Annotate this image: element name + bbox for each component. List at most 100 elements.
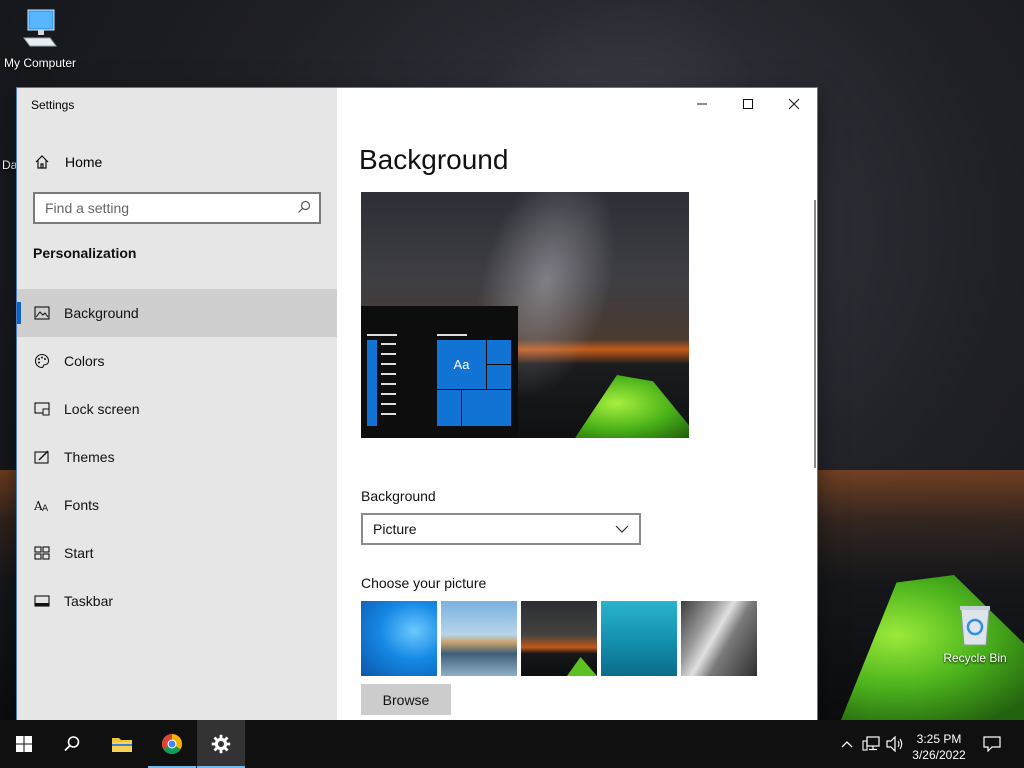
sidebar-item-lock-screen[interactable]: Lock screen xyxy=(17,385,337,433)
minimize-button[interactable] xyxy=(679,88,725,120)
svg-text:A: A xyxy=(42,504,49,512)
preview-tile xyxy=(437,389,461,426)
preview-line xyxy=(381,393,396,395)
action-center-button[interactable] xyxy=(978,720,1006,768)
background-type-dropdown[interactable]: Picture xyxy=(361,513,641,545)
picture-thumbnail[interactable] xyxy=(521,601,597,676)
sidebar-item-label: Start xyxy=(64,545,94,561)
sidebar-item-label: Home xyxy=(65,154,103,170)
network-icon xyxy=(862,736,880,751)
sidebar-item-label: Lock screen xyxy=(64,401,140,417)
choose-picture-label: Choose your picture xyxy=(361,575,487,591)
sidebar-item-background[interactable]: Background xyxy=(17,289,337,337)
preview-tile-main: Aa xyxy=(437,340,486,389)
section-title: Personalization xyxy=(33,245,137,261)
picture-thumbnail[interactable] xyxy=(441,601,517,676)
maximize-icon xyxy=(743,99,753,109)
close-icon xyxy=(788,98,800,110)
picture-thumbnails xyxy=(361,601,757,676)
desktop-icon-partial-label: Da xyxy=(2,158,18,172)
settings-window: Settings Home Find a setting Personaliza… xyxy=(17,88,817,720)
preview-line xyxy=(381,363,396,365)
taskbar-settings[interactable] xyxy=(197,720,245,768)
sidebar-item-colors[interactable]: Colors xyxy=(17,337,337,385)
preview-line xyxy=(381,403,396,405)
notification-icon xyxy=(983,736,1001,752)
picture-thumbnail[interactable] xyxy=(601,601,677,676)
start-icon xyxy=(33,544,51,562)
show-hidden-icons-button[interactable] xyxy=(838,720,856,768)
taskbar-chrome[interactable] xyxy=(148,720,196,768)
minimize-icon xyxy=(697,103,707,105)
gear-icon xyxy=(211,734,231,754)
scrollbar[interactable] xyxy=(814,200,816,468)
preview-line xyxy=(381,353,396,355)
background-preview: Aa xyxy=(361,192,689,438)
preview-line xyxy=(381,373,396,375)
search-icon xyxy=(64,736,80,752)
sidebar-nav: Background Colors Lock screen Themes A A… xyxy=(17,289,337,625)
taskbar-clock[interactable]: 3:25 PM 3/26/2022 xyxy=(906,731,972,763)
preview-line xyxy=(381,413,396,415)
sidebar-item-themes[interactable]: Themes xyxy=(17,433,337,481)
preview-tent xyxy=(575,375,689,438)
background-type-label: Background xyxy=(361,488,436,504)
dropdown-value: Picture xyxy=(373,521,417,537)
window-controls xyxy=(679,88,817,120)
taskbar-icon xyxy=(33,592,51,610)
browse-button[interactable]: Browse xyxy=(361,684,451,715)
preview-tile xyxy=(487,340,511,364)
preview-line xyxy=(367,334,397,336)
window-title: Settings xyxy=(31,98,75,112)
search-button[interactable] xyxy=(48,720,96,768)
computer-icon xyxy=(23,9,57,47)
chevron-down-icon xyxy=(615,525,629,533)
windows-logo-icon xyxy=(16,736,32,752)
preview-line xyxy=(437,334,467,336)
desktop-icon-my-computer[interactable]: My Computer xyxy=(0,8,80,70)
picture-thumbnail[interactable] xyxy=(361,601,437,676)
sidebar-item-label: Fonts xyxy=(64,497,100,513)
picture-thumbnail[interactable] xyxy=(681,601,757,676)
chevron-up-icon xyxy=(841,741,853,748)
sidebar-item-label: Colors xyxy=(64,353,105,369)
sidebar-item-home[interactable]: Home xyxy=(17,145,337,179)
sidebar-item-label: Taskbar xyxy=(64,593,114,609)
home-icon xyxy=(33,153,51,171)
preview-start-bar xyxy=(367,340,377,426)
preview-tile xyxy=(462,389,511,426)
preview-line xyxy=(381,343,396,345)
clock-date: 3/26/2022 xyxy=(912,748,966,762)
lock-screen-icon xyxy=(33,400,51,418)
preview-tiles: Aa xyxy=(437,340,511,426)
sidebar-item-taskbar[interactable]: Taskbar xyxy=(17,577,337,625)
desktop-icon-recycle-bin[interactable]: Recycle Bin xyxy=(935,603,1015,665)
sidebar-item-label: Background xyxy=(64,305,139,321)
volume-button[interactable] xyxy=(884,720,906,768)
preview-tile xyxy=(487,364,511,389)
background-icon xyxy=(33,304,51,322)
search-input[interactable]: Find a setting xyxy=(33,192,321,224)
chrome-icon xyxy=(162,734,182,754)
palette-icon xyxy=(33,352,51,370)
sidebar-item-fonts[interactable]: AA Fonts xyxy=(17,481,337,529)
sidebar: Settings Home Find a setting Personaliza… xyxy=(17,88,337,720)
desktop-icon-label: My Computer xyxy=(3,56,77,70)
taskbar-file-explorer[interactable] xyxy=(98,720,146,768)
sidebar-item-start[interactable]: Start xyxy=(17,529,337,577)
page-title: Background xyxy=(359,144,509,175)
preview-line xyxy=(381,383,396,385)
network-button[interactable] xyxy=(860,720,882,768)
recycle-bin-icon xyxy=(960,606,990,646)
folder-icon xyxy=(112,738,132,752)
start-button[interactable] xyxy=(0,720,48,768)
clock-time: 3:25 PM xyxy=(916,732,962,746)
search-placeholder: Find a setting xyxy=(45,200,130,216)
maximize-button[interactable] xyxy=(725,88,771,120)
taskbar: 3:25 PM 3/26/2022 xyxy=(0,720,1024,768)
themes-icon xyxy=(33,448,51,466)
search-icon xyxy=(297,200,311,217)
content-pane: Background Aa Background Picture Choose … xyxy=(337,88,817,720)
close-button[interactable] xyxy=(771,88,817,120)
preview-start-menu: Aa xyxy=(361,306,518,438)
